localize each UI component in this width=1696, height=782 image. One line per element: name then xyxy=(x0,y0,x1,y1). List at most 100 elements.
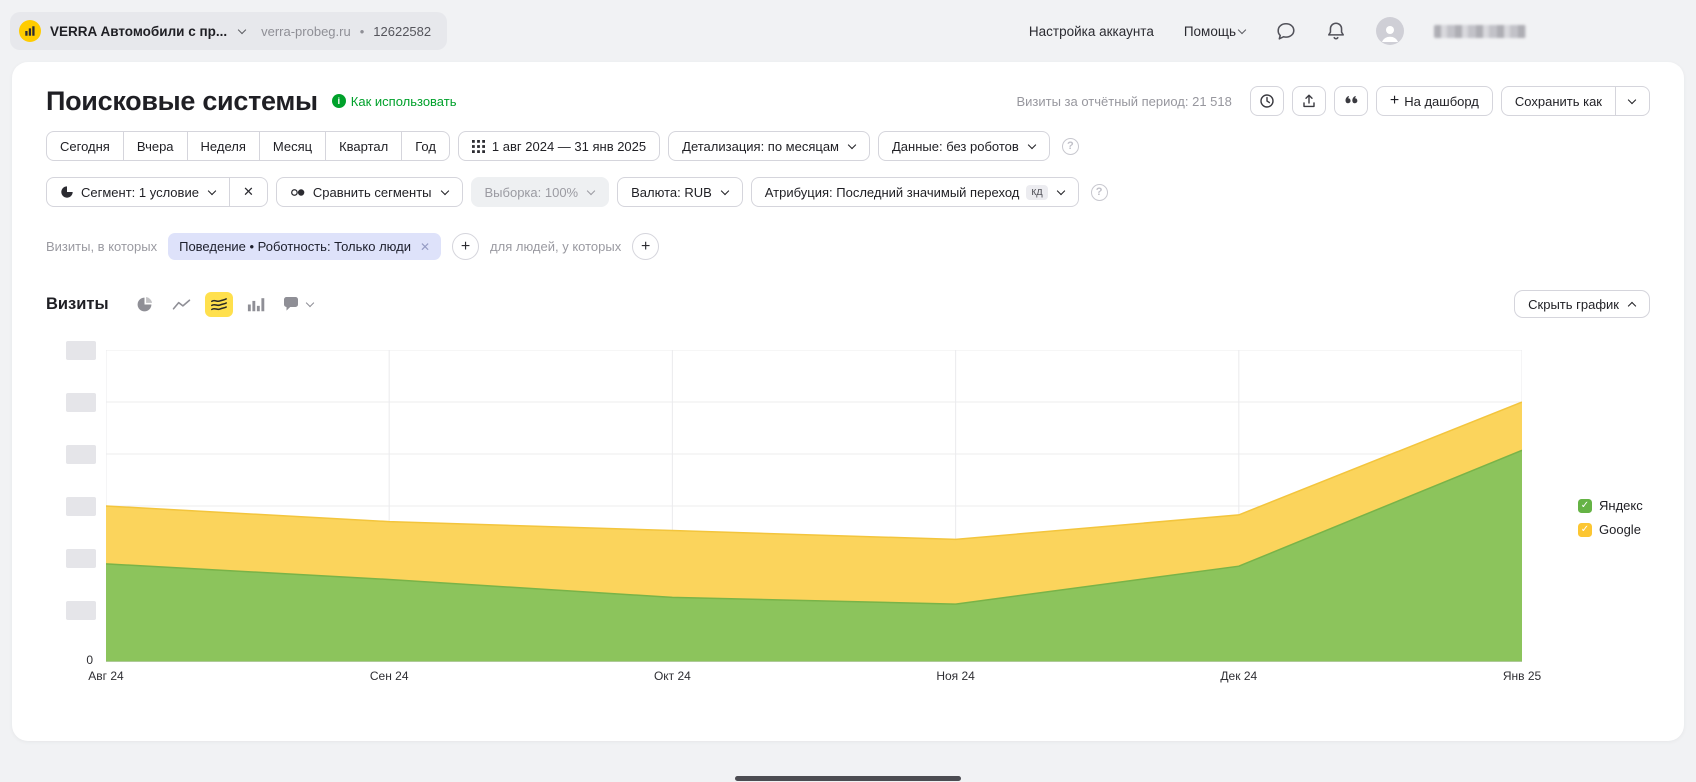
line-chart-icon[interactable] xyxy=(168,292,196,317)
help-question-icon[interactable]: ? xyxy=(1091,184,1108,201)
compare-segments-dropdown[interactable]: Сравнить сегменты xyxy=(276,177,463,207)
x-tick-label: Дек 24 xyxy=(1220,669,1257,683)
preset-month-button[interactable]: Месяц xyxy=(259,131,326,161)
chart-title: Визиты xyxy=(46,295,109,314)
preset-yesterday-button[interactable]: Вчера xyxy=(123,131,188,161)
chevron-down-icon xyxy=(238,25,246,33)
chevron-down-icon xyxy=(440,186,448,194)
date-range-label: 1 авг 2024 — 31 янв 2025 xyxy=(492,139,646,154)
chevron-up-icon xyxy=(1628,301,1636,309)
chat-icon[interactable] xyxy=(1276,21,1296,41)
hide-chart-label: Скрыть график xyxy=(1528,297,1619,312)
quotes-button[interactable] xyxy=(1334,86,1368,116)
add-people-condition-button[interactable]: + xyxy=(632,233,659,260)
legend-item-google[interactable]: ✓ Google xyxy=(1578,522,1650,537)
share-icon xyxy=(1301,93,1317,109)
preset-year-button[interactable]: Год xyxy=(401,131,450,161)
legend-item-yandex[interactable]: ✓ Яндекс xyxy=(1578,498,1650,513)
pie-chart-icon[interactable] xyxy=(131,292,159,317)
add-to-dashboard-label: На дашборд xyxy=(1404,94,1479,109)
hide-chart-button[interactable]: Скрыть график xyxy=(1514,290,1650,318)
plus-icon: + xyxy=(1390,92,1399,110)
quotes-icon xyxy=(1343,93,1359,109)
y-axis: 0 xyxy=(46,350,106,691)
add-to-dashboard-button[interactable]: + На дашборд xyxy=(1376,86,1493,116)
chart-type-switcher xyxy=(131,292,270,317)
save-as-button[interactable]: Сохранить как xyxy=(1501,86,1650,116)
segment-dropdown[interactable]: Сегмент: 1 условие xyxy=(46,177,230,207)
chevron-down-icon xyxy=(1628,95,1636,103)
preset-week-button[interactable]: Неделя xyxy=(187,131,260,161)
stacked-area-chart-icon[interactable] xyxy=(205,292,233,317)
bell-icon[interactable] xyxy=(1326,21,1346,41)
data-mode-label: Данные: без роботов xyxy=(892,139,1019,154)
counter-id: 12622582 xyxy=(373,24,431,39)
help-menu[interactable]: Помощь xyxy=(1184,24,1246,39)
y-tick-redacted xyxy=(66,341,96,360)
y-tick-redacted xyxy=(66,445,96,464)
sampling-dropdown[interactable]: Выборка: 100% xyxy=(471,177,610,207)
username-redacted xyxy=(1434,25,1526,38)
data-mode-dropdown[interactable]: Данные: без роботов xyxy=(878,131,1050,161)
segment-filter-row: Сегмент: 1 условие ✕ Сравнить сегменты В… xyxy=(46,177,1650,207)
compare-segments-icon xyxy=(290,186,306,199)
add-visit-condition-button[interactable]: + xyxy=(452,233,479,260)
horizontal-scrollbar[interactable] xyxy=(735,776,961,781)
annotations-dropdown[interactable] xyxy=(282,296,314,312)
visits-area-chart[interactable] xyxy=(106,350,1522,662)
detalization-dropdown[interactable]: Детализация: по месяцам xyxy=(668,131,870,161)
counter-selector[interactable]: VERRA Автомобили с пр... verra-probeg.ru… xyxy=(10,12,447,50)
preset-today-button[interactable]: Сегодня xyxy=(46,131,124,161)
chevron-down-icon xyxy=(305,298,313,306)
avatar[interactable] xyxy=(1376,17,1404,45)
y-zero-label: 0 xyxy=(86,653,93,667)
calendar-grid-icon xyxy=(472,140,485,153)
chevron-down-icon xyxy=(1056,186,1064,194)
history-button[interactable] xyxy=(1250,86,1284,116)
legend-label: Google xyxy=(1599,522,1641,537)
chevron-down-icon xyxy=(208,186,216,194)
metrica-logo-icon xyxy=(19,20,41,42)
segment-clear-button[interactable]: ✕ xyxy=(229,177,268,207)
checkbox-checked-icon: ✓ xyxy=(1578,523,1592,537)
x-tick-label: Окт 24 xyxy=(654,669,691,683)
how-to-use-label: Как использовать xyxy=(351,94,457,109)
comment-bubble-icon xyxy=(282,296,300,312)
period-filter-row: Сегодня Вчера Неделя Месяц Квартал Год 1… xyxy=(46,131,1650,161)
attribution-dropdown[interactable]: Атрибуция: Последний значимый переход кд xyxy=(751,177,1079,207)
page-title: Поисковые системы xyxy=(46,86,318,117)
y-tick-redacted xyxy=(66,393,96,412)
topbar-actions: Настройка аккаунта Помощь xyxy=(1029,17,1526,45)
date-range-button[interactable]: 1 авг 2024 — 31 янв 2025 xyxy=(458,131,660,161)
x-tick-label: Янв 25 xyxy=(1503,669,1541,683)
help-question-icon[interactable]: ? xyxy=(1062,138,1079,155)
plot-area: Авг 24 Сен 24 Окт 24 Ноя 24 Дек 24 Янв 2… xyxy=(106,350,1522,691)
header-buttons: + На дашборд Сохранить как xyxy=(1250,86,1650,116)
counter-name: VERRA Автомобили с пр... xyxy=(50,24,227,39)
export-button[interactable] xyxy=(1292,86,1326,116)
chevron-down-icon xyxy=(1028,140,1036,148)
chevron-down-icon xyxy=(587,186,595,194)
period-presets: Сегодня Вчера Неделя Месяц Квартал Год xyxy=(46,131,450,161)
how-to-use-link[interactable]: i Как использовать xyxy=(332,94,457,109)
y-tick-redacted xyxy=(66,497,96,516)
account-settings-link[interactable]: Настройка аккаунта xyxy=(1029,24,1154,39)
save-as-label: Сохранить как xyxy=(1515,94,1602,109)
people-condition-label: для людей, у которых xyxy=(490,239,621,254)
currency-label: Валюта: RUB xyxy=(631,185,712,200)
chip-close-icon[interactable]: ✕ xyxy=(420,240,430,254)
preset-quarter-button[interactable]: Квартал xyxy=(325,131,402,161)
segment-chip[interactable]: Поведение • Роботность: Только люди ✕ xyxy=(168,233,441,260)
bar-chart-icon[interactable] xyxy=(242,292,270,317)
divider xyxy=(1615,87,1616,115)
visits-chart-section: 0 Авг 24 Сен 24 Окт 24 Ноя 24 Дек 24 Янв… xyxy=(46,350,1650,691)
currency-dropdown[interactable]: Валюта: RUB xyxy=(617,177,743,207)
chart-legend: ✓ Яндекс ✓ Google xyxy=(1522,350,1650,691)
x-axis-labels: Авг 24 Сен 24 Окт 24 Ноя 24 Дек 24 Янв 2… xyxy=(106,667,1522,691)
segment-control: Сегмент: 1 условие ✕ xyxy=(46,177,268,207)
report-header: Поисковые системы i Как использовать Виз… xyxy=(46,84,1650,118)
segment-label: Сегмент: 1 условие xyxy=(81,185,199,200)
visits-summary: Визиты за отчётный период: 21 518 xyxy=(1016,94,1231,109)
x-tick-label: Ноя 24 xyxy=(936,669,975,683)
chevron-down-icon xyxy=(721,186,729,194)
